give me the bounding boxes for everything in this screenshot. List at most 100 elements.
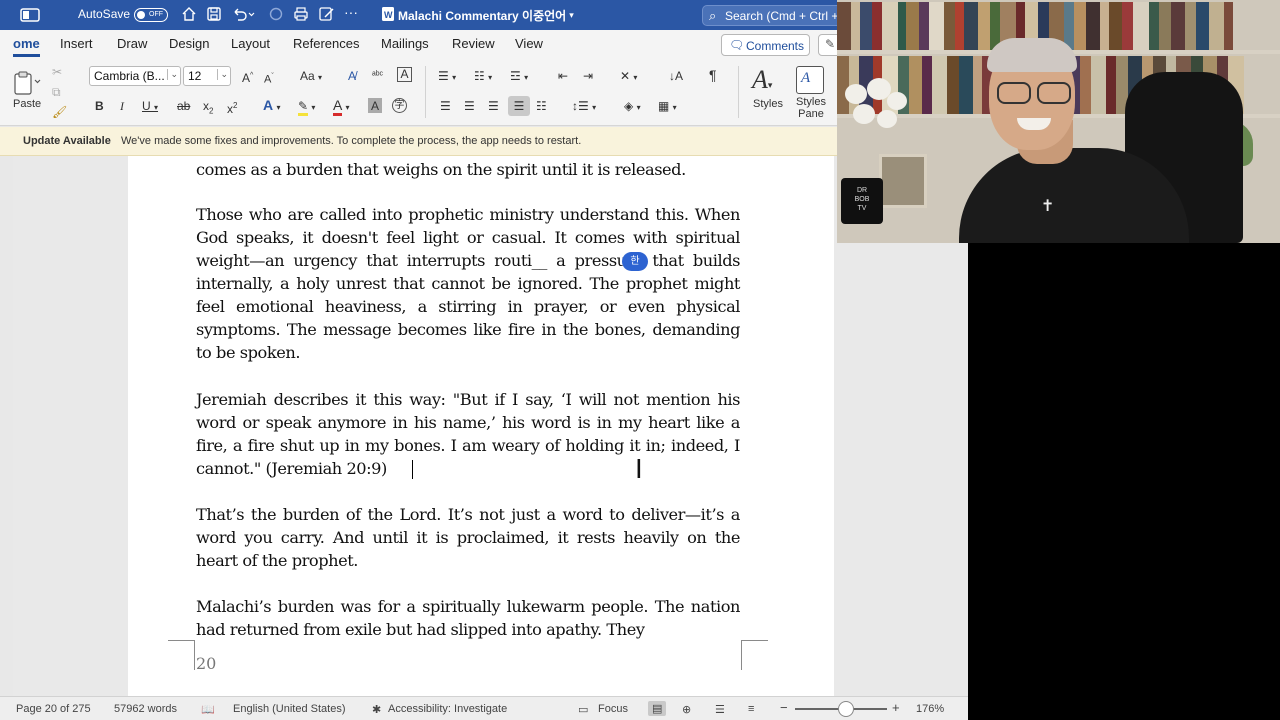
- tab-references[interactable]: References: [293, 36, 359, 51]
- paragraph[interactable]: Jeremiah describes it this way: "But if …: [196, 388, 740, 480]
- line-spacing-icon[interactable]: ↕☰ ▾: [572, 98, 596, 116]
- photo-frame: [879, 154, 927, 208]
- align-left-icon[interactable]: ☰: [440, 98, 451, 114]
- focus-mode-button[interactable]: Focus: [598, 703, 628, 715]
- home-icon[interactable]: [181, 6, 197, 22]
- paragraph[interactable]: Malachi’s burden was for a spiritually l…: [196, 595, 740, 641]
- zoom-slider-thumb[interactable]: [837, 701, 854, 717]
- cut-icon[interactable]: ✂: [52, 64, 62, 80]
- zoom-level[interactable]: 176%: [916, 703, 944, 715]
- tab-mailings[interactable]: Mailings: [381, 36, 429, 51]
- subscript-icon[interactable]: x2: [203, 98, 213, 119]
- grow-font-icon[interactable]: A^: [242, 68, 253, 86]
- tab-review[interactable]: Review: [452, 36, 495, 51]
- numbering-icon[interactable]: ☷ ▾: [474, 68, 492, 86]
- status-bar: Page 20 of 275 57962 words 📖 English (Un…: [0, 696, 968, 720]
- strikethrough-icon[interactable]: ab: [177, 98, 190, 114]
- undo-icon[interactable]: [231, 6, 255, 22]
- font-name-select[interactable]: Cambria (B... ⌄: [89, 66, 181, 86]
- show-formatting-icon[interactable]: ¶: [709, 67, 717, 83]
- tab-insert[interactable]: Insert: [60, 36, 93, 51]
- paragraph[interactable]: comes as a burden that weighs on the spi…: [196, 158, 740, 181]
- chevron-down-icon: ⌄: [167, 69, 178, 80]
- paragraph-shading-icon[interactable]: ◈ ▾: [624, 98, 641, 116]
- search-input[interactable]: ⌕ Search (Cmd + Ctrl + U): [702, 5, 852, 26]
- document-canvas[interactable]: comes as a burden that weighs on the spi…: [13, 156, 968, 696]
- person-hair: [987, 38, 1077, 72]
- asian-layout-icon[interactable]: ✕ ▾: [620, 68, 637, 86]
- tab-design[interactable]: Design: [169, 36, 209, 51]
- word-doc-icon: W: [381, 6, 395, 22]
- sidebar-toggle-icon[interactable]: [20, 8, 40, 22]
- clear-formatting-icon[interactable]: A̸: [348, 68, 356, 84]
- change-case-icon[interactable]: Aa ▾: [300, 68, 322, 86]
- zoom-in-icon[interactable]: +: [892, 700, 900, 715]
- comments-button[interactable]: 🗨 Comments: [721, 34, 810, 56]
- align-right-icon[interactable]: ☰: [488, 98, 499, 114]
- draft-view-icon[interactable]: ≡: [748, 703, 754, 715]
- justify-icon[interactable]: ☰: [508, 96, 530, 116]
- increase-indent-icon[interactable]: ⇥: [583, 68, 593, 84]
- print-layout-icon[interactable]: ▤: [648, 701, 667, 716]
- edit-doc-icon[interactable]: [318, 6, 336, 22]
- shading-icon[interactable]: A: [368, 98, 382, 113]
- redo-icon[interactable]: [268, 6, 284, 22]
- shrink-font-icon[interactable]: Aˇ: [264, 69, 274, 88]
- crop-mark: [168, 640, 195, 670]
- ime-language-badge[interactable]: 한: [622, 252, 648, 271]
- highlight-icon[interactable]: ✎ ▾: [298, 98, 315, 116]
- font-size-select[interactable]: 12 ⌄: [183, 66, 231, 86]
- ribbon-tab-bar: ome Insert Draw Design Layout References…: [0, 30, 968, 58]
- underline-icon[interactable]: U ▾: [142, 98, 158, 116]
- bullets-icon[interactable]: ☰ ▾: [438, 68, 456, 86]
- superscript-icon[interactable]: x2: [227, 98, 237, 117]
- phonetic-guide-icon[interactable]: ᵃᵇᶜ: [372, 68, 383, 84]
- multilevel-list-icon[interactable]: ☲ ▾: [510, 68, 528, 86]
- autosave-toggle[interactable]: OFF: [134, 8, 168, 22]
- styles-pane-icon[interactable]: [796, 66, 824, 94]
- borders-icon[interactable]: ▦ ▾: [658, 98, 677, 116]
- decrease-indent-icon[interactable]: ⇤: [558, 68, 568, 84]
- proofing-icon[interactable]: 📖: [201, 703, 215, 716]
- chevron-down-icon: ▾: [569, 10, 574, 20]
- language-indicator[interactable]: English (United States): [233, 703, 346, 715]
- format-painter-icon[interactable]: 🖌: [52, 104, 67, 120]
- tab-view[interactable]: View: [515, 36, 543, 51]
- zoom-out-icon[interactable]: −: [780, 700, 788, 715]
- more-icon[interactable]: ···: [344, 4, 358, 20]
- update-title: Update Available: [23, 135, 111, 147]
- autosave-state: OFF: [134, 8, 168, 22]
- save-icon[interactable]: [206, 6, 222, 22]
- bold-icon[interactable]: B: [95, 98, 104, 114]
- paragraph[interactable]: Those who are called into prophetic mini…: [196, 203, 740, 364]
- web-layout-icon[interactable]: ⊕: [682, 703, 691, 716]
- cross-necklace-icon: ✝: [1041, 198, 1055, 215]
- text-effects-icon[interactable]: A ▾: [263, 97, 281, 116]
- accessibility-status[interactable]: Accessibility: Investigate: [388, 703, 507, 715]
- styles-label: Styles: [753, 98, 783, 110]
- distributed-icon[interactable]: ☷: [536, 98, 547, 114]
- styles-icon[interactable]: A▾: [752, 66, 782, 94]
- copy-icon[interactable]: ⧉: [52, 84, 61, 100]
- pencil-icon: ✎: [825, 37, 836, 51]
- tab-draw[interactable]: Draw: [117, 36, 147, 51]
- page-number: 20: [196, 654, 217, 673]
- tab-layout[interactable]: Layout: [231, 36, 270, 51]
- word-window: AutoSave OFF ··· W Malachi Commentary 이중…: [0, 0, 968, 720]
- document-page[interactable]: comes as a burden that weighs on the spi…: [128, 156, 834, 696]
- italic-icon[interactable]: I: [120, 98, 124, 114]
- paragraph[interactable]: That’s the burden of the Lord. It’s not …: [196, 503, 740, 572]
- character-border-icon[interactable]: A: [397, 67, 412, 82]
- doc-title[interactable]: Malachi Commentary 이중언어 ▾: [398, 7, 574, 24]
- crop-mark: [741, 640, 768, 670]
- page-count[interactable]: Page 20 of 275: [16, 703, 91, 715]
- enclose-character-icon[interactable]: 字: [392, 98, 407, 113]
- outline-view-icon[interactable]: ☰: [715, 703, 725, 716]
- sort-icon[interactable]: ↓A: [669, 68, 683, 84]
- word-count[interactable]: 57962 words: [114, 703, 177, 715]
- font-color-icon[interactable]: A ▾: [333, 97, 349, 116]
- print-icon[interactable]: [293, 6, 309, 22]
- tab-home[interactable]: ome: [13, 36, 40, 57]
- align-center-icon[interactable]: ☰: [464, 98, 475, 114]
- search-icon: ⌕: [709, 8, 717, 23]
